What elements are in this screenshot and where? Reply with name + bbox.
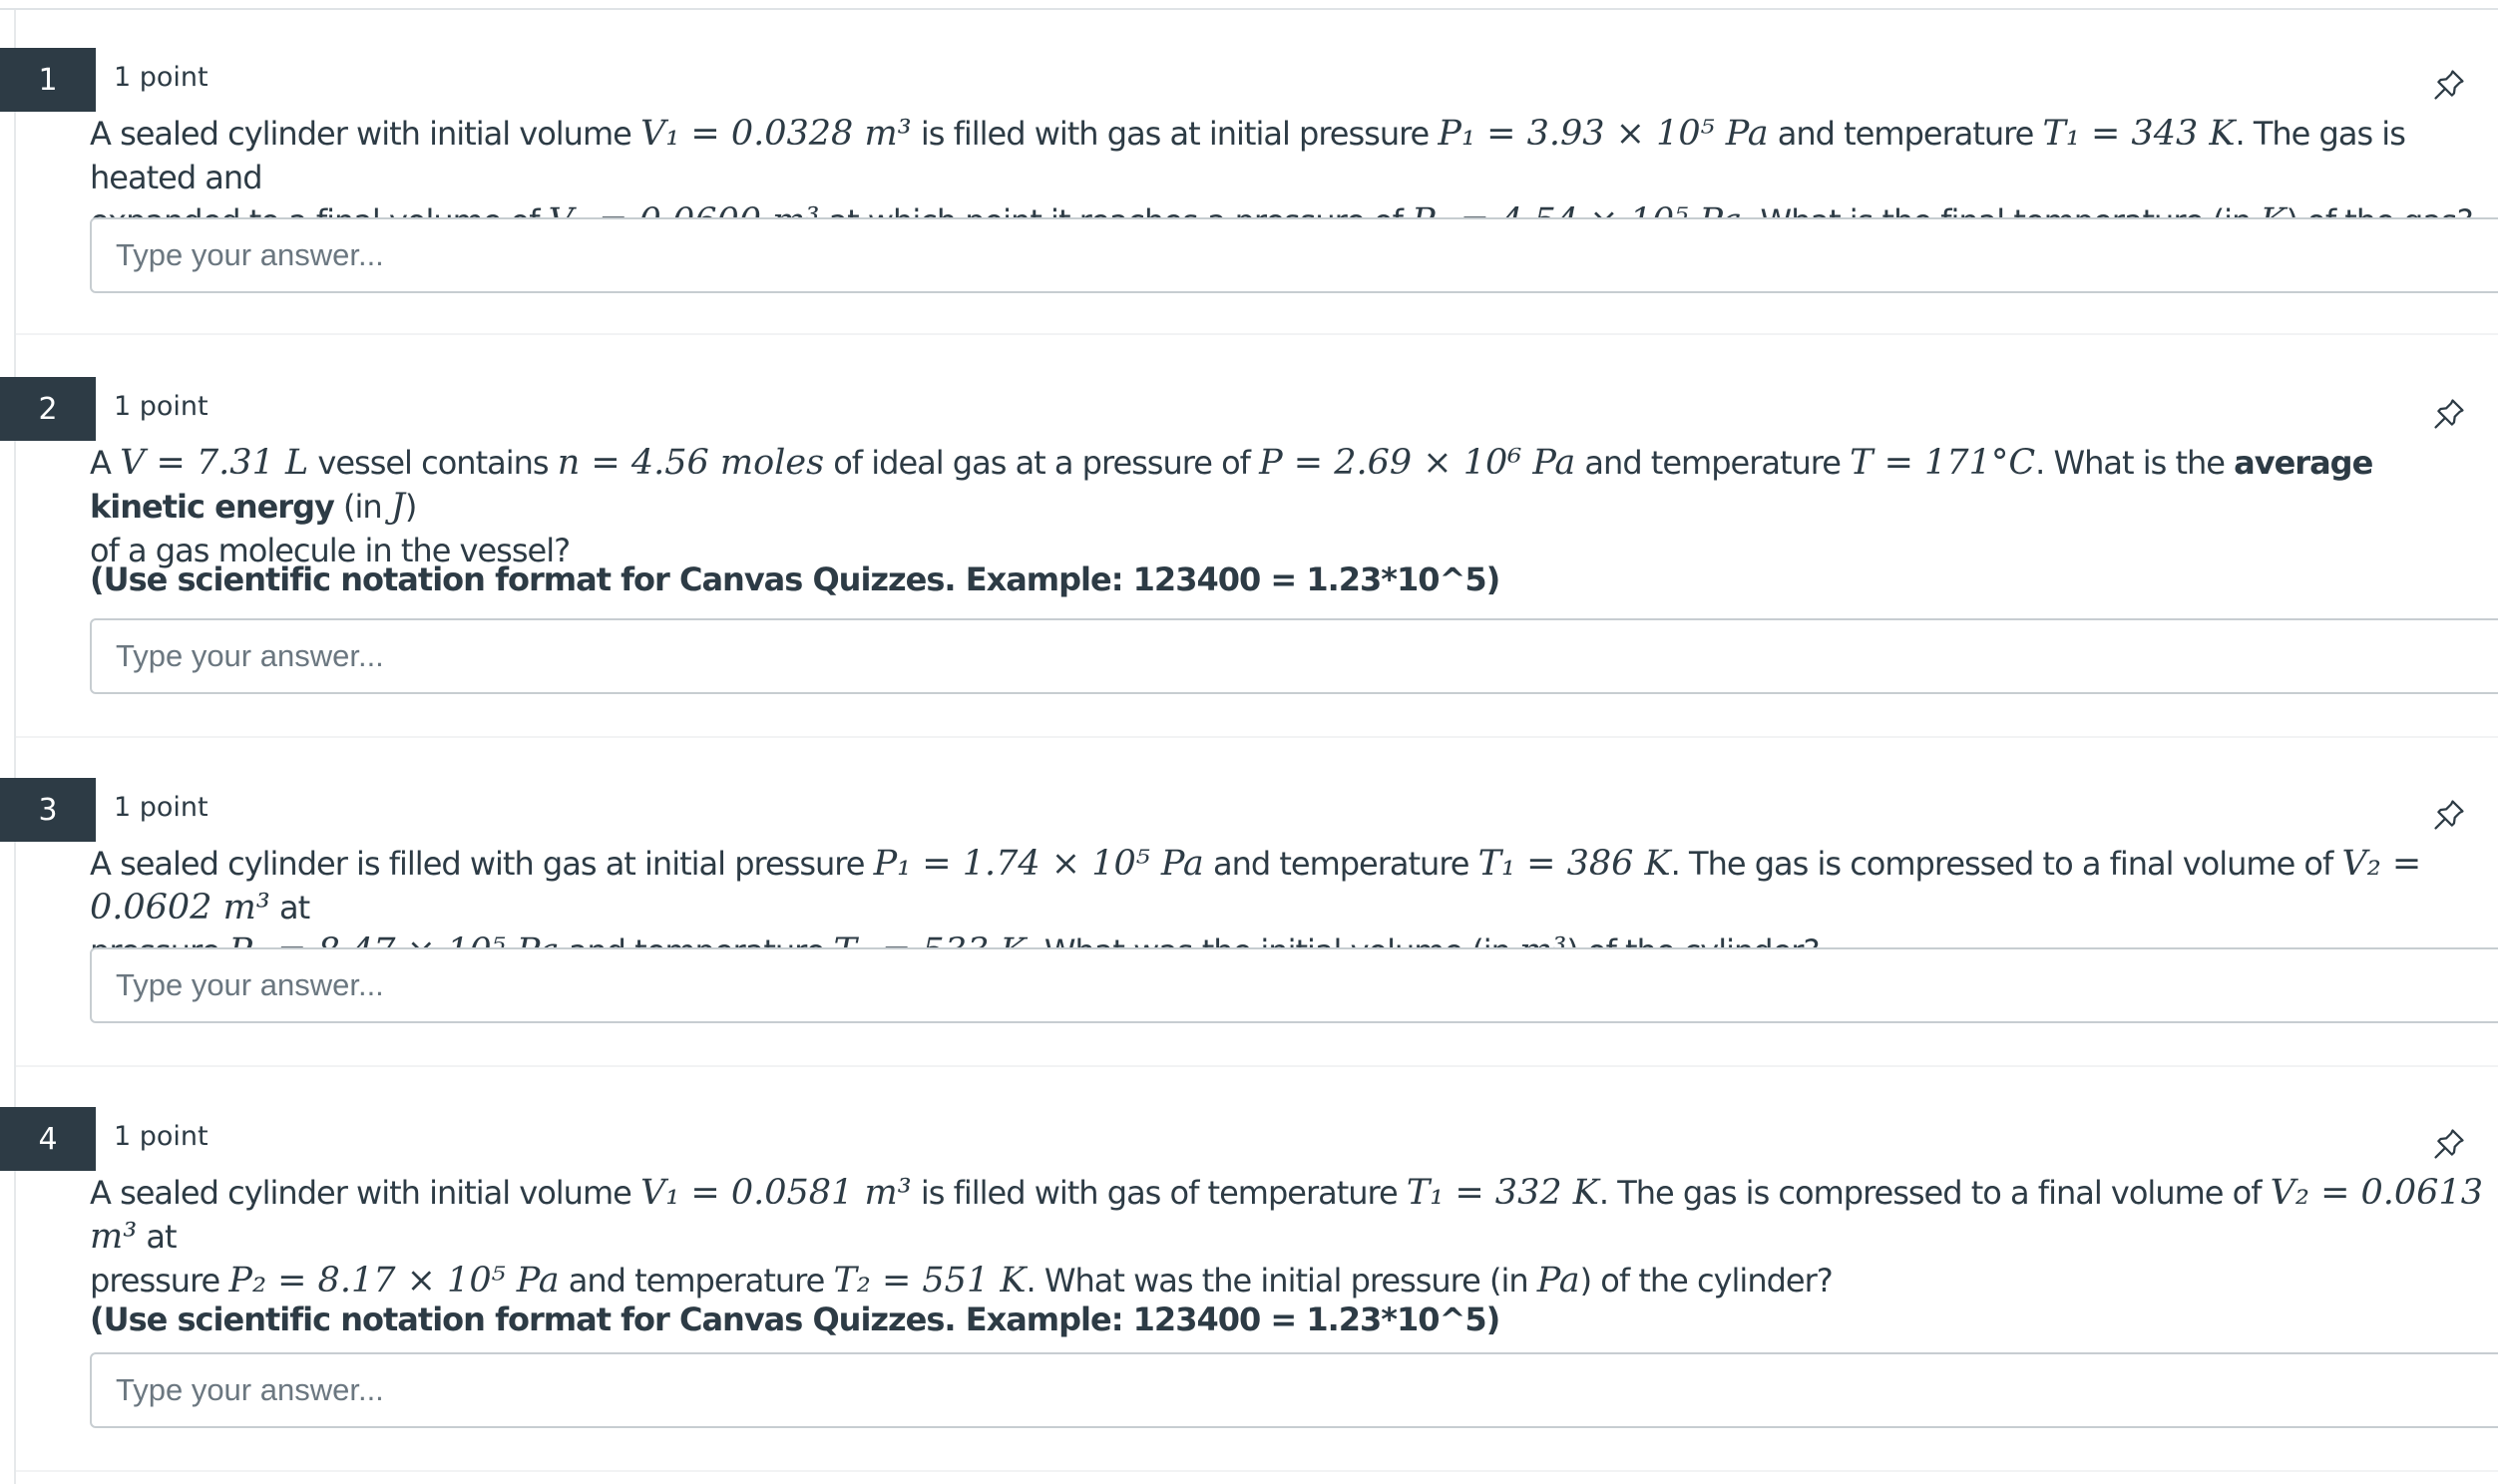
instruction-note: (Use scientific notation format for Canv…: [90, 1300, 1500, 1338]
question-points: 1 point: [114, 62, 208, 93]
pin-icon[interactable]: [2430, 395, 2468, 433]
math-p2: P₂ = 8.17 × 10⁵ Pa: [228, 1261, 560, 1300]
question-points: 1 point: [114, 391, 208, 422]
question-text: A sealed cylinder with initial volume V₁…: [90, 1173, 2483, 1300]
math-t1: T₁ = 343 K: [2042, 114, 2236, 154]
answer-input[interactable]: [90, 1352, 2498, 1428]
answer-input[interactable]: [90, 947, 2498, 1023]
math-n: n = 4.56 moles: [557, 443, 825, 483]
answer-input[interactable]: [90, 217, 2498, 293]
question-divider: [16, 736, 2498, 738]
question-number: 4: [0, 1107, 96, 1171]
math-t1: T₁ = 332 K: [1406, 1173, 1599, 1213]
question-divider: [16, 333, 2498, 335]
question-points: 1 point: [114, 1121, 208, 1152]
instruction-note: (Use scientific notation format for Canv…: [90, 560, 1500, 598]
math-v: V = 7.31 L: [120, 443, 309, 483]
pin-icon[interactable]: [2430, 1125, 2468, 1163]
math-v1: V₁ = 0.0328 m³: [639, 114, 912, 154]
math-t2: T₂ = 551 K: [833, 1261, 1027, 1300]
pin-icon[interactable]: [2430, 66, 2468, 104]
pin-icon[interactable]: [2430, 796, 2468, 834]
math-t: T = 171°C: [1850, 443, 2036, 483]
answer-input[interactable]: [90, 618, 2498, 694]
math-p1: P₁ = 1.74 × 10⁵ Pa: [873, 844, 1204, 884]
math-t1: T₁ = 386 K: [1477, 844, 1671, 884]
top-divider: [0, 8, 2498, 10]
left-border: [14, 10, 16, 1484]
question-number: 2: [0, 377, 96, 441]
question-text: A V = 7.31 L vessel contains n = 4.56 mo…: [90, 443, 2373, 569]
question-number: 3: [0, 778, 96, 842]
math-p1: P₁ = 3.93 × 10⁵ Pa: [1438, 114, 1769, 154]
question-points: 1 point: [114, 792, 208, 823]
math-unit: J: [390, 487, 405, 527]
question-divider: [16, 1470, 2498, 1472]
question-divider: [16, 1065, 2498, 1067]
math-p: P = 2.69 × 10⁶ Pa: [1259, 443, 1576, 483]
math-v1: V₁ = 0.0581 m³: [639, 1173, 912, 1213]
question-number: 1: [0, 48, 96, 112]
math-unit: Pa: [1536, 1261, 1580, 1300]
